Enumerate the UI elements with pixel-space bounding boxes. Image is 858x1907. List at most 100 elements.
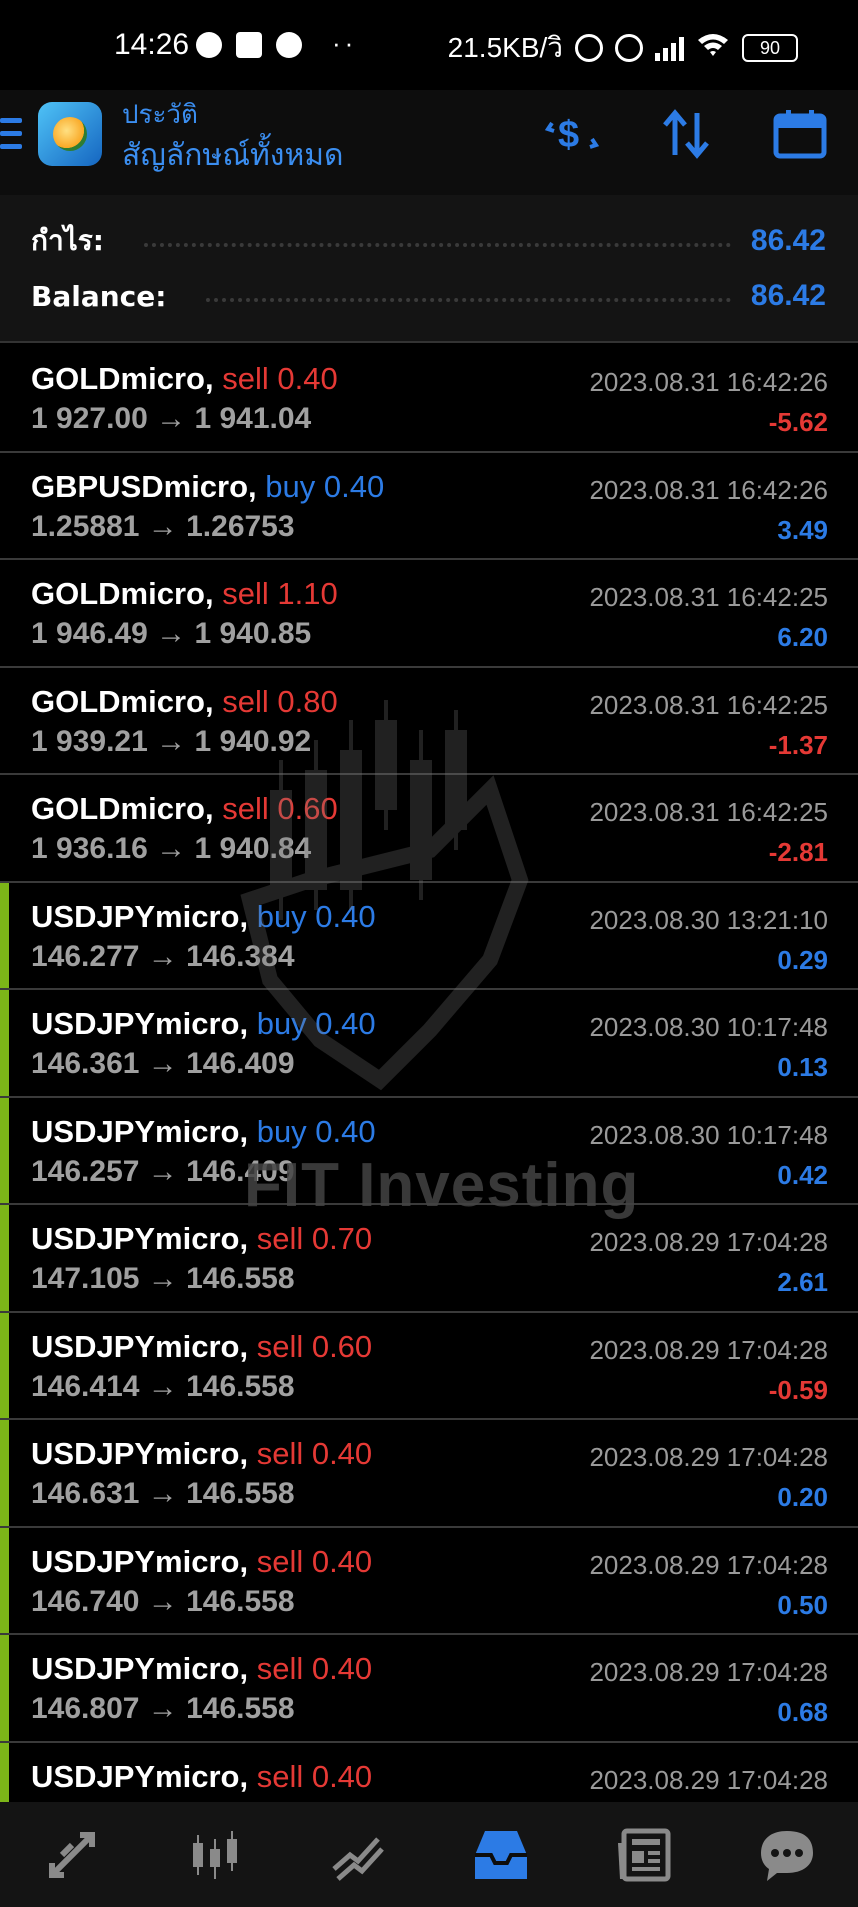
trade-time: 2023.08.31 16:42:25 <box>589 582 828 612</box>
trade-symbol-line: USDJPYmicro, sell 0.60 <box>31 1329 372 1365</box>
trade-symbol: USDJPYmicro, <box>31 1328 249 1364</box>
trade-row[interactable]: USDJPYmicro, sell 0.40 2023.08.29 17:04:2… <box>0 1742 858 1802</box>
trade-time: 2023.08.30 10:17:48 <box>589 1012 828 1042</box>
trade-profit: -0.59 <box>768 1374 828 1405</box>
trade-symbol-line: USDJPYmicro, sell 0.70 <box>31 1221 372 1257</box>
trade-prices: 146.277 → 146.384 <box>31 939 295 973</box>
trade-row[interactable]: USDJPYmicro, sell 0.40 146.631 → 146.558 2… <box>0 1420 858 1528</box>
leader-dots <box>206 298 731 302</box>
open-position-marker <box>0 1527 9 1633</box>
trade-profit: 0.20 <box>777 1482 828 1512</box>
trade-symbol-line: GOLDmicro, sell 0.80 <box>31 684 338 720</box>
trade-side-volume: sell 0.60 <box>222 791 338 826</box>
trade-history-list[interactable]: GOLDmicro, sell 0.40 1 927.00 → 1 941.04 2… <box>0 345 858 1802</box>
nav-history[interactable] <box>429 1802 572 1907</box>
wifi-icon <box>696 32 730 65</box>
trade-time: 2023.08.31 16:42:25 <box>589 797 828 827</box>
trade-row[interactable]: USDJPYmicro, sell 0.60 146.414 → 146.558 2… <box>0 1312 858 1420</box>
status-bar: 14:26 ·· 21.5KB/วิ 90 <box>0 0 858 90</box>
open-position-marker <box>0 1635 9 1741</box>
trade-prices: 1 936.16 → 1 940.84 <box>31 832 312 865</box>
trade-symbol-line: GBPUSDmicro, buy 0.40 <box>31 469 384 505</box>
nav-news[interactable] <box>572 1802 715 1907</box>
trade-side-volume: sell 0.40 <box>256 1758 373 1794</box>
trade-prices: 1 927.00 → 1 941.04 <box>31 402 312 435</box>
calendar-icon[interactable] <box>770 104 830 164</box>
trade-symbol-line: GOLDmicro, sell 1.10 <box>31 576 338 612</box>
nav-quotes[interactable] <box>0 1802 143 1907</box>
news-icon <box>617 1828 670 1881</box>
trade-row[interactable]: GBPUSDmicro, buy 0.40 1.25881 → 1.26753 20… <box>0 453 858 560</box>
trade-symbol-line: USDJPYmicro, buy 0.40 <box>31 1006 376 1042</box>
trade-prices: 1.25881 → 1.26753 <box>31 509 295 543</box>
mute-icon <box>575 34 603 62</box>
trade-symbol-line: USDJPYmicro, sell 0.40 <box>31 1759 372 1795</box>
trade-time: 2023.08.29 17:04:28 <box>589 1227 828 1257</box>
nav-chat[interactable] <box>715 1802 858 1907</box>
trade-row[interactable]: USDJPYmicro, sell 0.40 146.740 → 146.558 2… <box>0 1527 858 1635</box>
trade-symbol: USDJPYmicro, <box>31 1543 249 1579</box>
trade-prices: 1 939.21 → 1 940.92 <box>31 724 312 758</box>
sort-icon[interactable] <box>656 104 716 164</box>
balance-row: Balance: 86.42 <box>31 276 826 316</box>
trade-side-volume: sell 0.60 <box>256 1328 373 1364</box>
svg-text:$: $ <box>558 114 579 156</box>
trade-side-volume: sell 0.40 <box>256 1436 373 1471</box>
network-speed: 21.5KB/วิ <box>447 32 563 63</box>
trade-row[interactable]: USDJPYmicro, sell 0.40 146.807 → 146.558 2… <box>0 1635 858 1743</box>
battery-icon: 90 <box>742 34 798 62</box>
more-notifications-icon: ·· <box>332 28 358 58</box>
trade-row[interactable]: GOLDmicro, sell 0.80 1 939.21 → 1 940.92 2… <box>0 668 858 775</box>
trade-row[interactable]: USDJPYmicro, buy 0.40 146.361 → 146.409 20… <box>0 990 858 1098</box>
trade-profit: 2.61 <box>777 1267 828 1297</box>
trade-prices: 1 946.49 → 1 940.85 <box>31 617 312 650</box>
trade-row[interactable]: USDJPYmicro, buy 0.40 146.277 → 146.384 20… <box>0 882 858 990</box>
trade-symbol-line: USDJPYmicro, sell 0.40 <box>31 1651 372 1687</box>
symbol-selector[interactable]: สัญลักษณ์ทั้งหมด <box>122 132 343 179</box>
trade-icon <box>331 1836 384 1881</box>
status-time: 14:26 <box>114 28 190 61</box>
trade-symbol: USDJPYmicro, <box>31 1651 249 1686</box>
trade-profit: -1.37 <box>768 729 828 760</box>
trade-symbol-line: GOLDmicro, sell 0.60 <box>31 791 338 827</box>
trade-symbol: USDJPYmicro, <box>31 1113 249 1149</box>
trade-row[interactable]: GOLDmicro, sell 0.40 1 927.00 → 1 941.04 2… <box>0 345 858 453</box>
open-position-marker <box>0 1742 9 1802</box>
trade-row[interactable]: GOLDmicro, sell 0.60 1 936.16 → 1 940.84 2… <box>0 775 858 883</box>
trade-symbol: USDJPYmicro, <box>31 1006 249 1041</box>
trade-row[interactable]: GOLDmicro, sell 1.10 1 946.49 → 1 940.85 2… <box>0 560 858 668</box>
trade-symbol-line: USDJPYmicro, sell 0.40 <box>31 1544 372 1580</box>
app-header: ประวัติ สัญลักษณ์ทั้งหมด $ <box>0 90 858 195</box>
trade-time: 2023.08.29 17:04:28 <box>589 1657 828 1687</box>
trade-profit: -2.81 <box>768 837 828 867</box>
chat-icon <box>760 1830 813 1881</box>
header-subtitle: ประวัติ <box>122 100 198 130</box>
trade-profit: 0.42 <box>777 1159 828 1190</box>
trade-prices: 146.414 → 146.558 <box>31 1369 295 1403</box>
chart-icon <box>192 1830 237 1879</box>
open-position-marker <box>0 882 9 988</box>
profit-value: 86.42 <box>750 224 826 257</box>
trade-row[interactable]: USDJPYmicro, sell 0.70 147.105 → 146.558 2… <box>0 1205 858 1313</box>
trade-prices: 146.361 → 146.409 <box>31 1047 295 1080</box>
trade-symbol-line: GOLDmicro, sell 0.40 <box>31 361 338 397</box>
trade-time: 2023.08.30 13:21:10 <box>589 904 828 935</box>
currency-filter-icon[interactable]: $ <box>542 104 602 164</box>
bottom-navigation <box>0 1802 858 1907</box>
trade-profit: 0.50 <box>777 1589 828 1620</box>
message-icon <box>196 32 222 58</box>
trade-profit: 0.68 <box>777 1697 828 1727</box>
nav-chart[interactable] <box>143 1802 286 1907</box>
nav-trade[interactable] <box>286 1802 429 1907</box>
trade-profit: 6.20 <box>777 622 828 652</box>
trade-side-volume: sell 0.40 <box>222 361 338 396</box>
trade-profit: 0.29 <box>777 944 828 975</box>
signal-icon <box>655 35 684 61</box>
trade-prices: 147.105 → 146.558 <box>31 1262 295 1295</box>
line-icon <box>276 32 302 58</box>
status-right: 21.5KB/วิ 90 <box>448 26 798 70</box>
open-position-marker <box>0 1097 9 1203</box>
menu-icon[interactable] <box>0 118 22 152</box>
open-position-marker <box>0 1205 9 1311</box>
trade-side-volume: sell 0.80 <box>222 683 338 719</box>
